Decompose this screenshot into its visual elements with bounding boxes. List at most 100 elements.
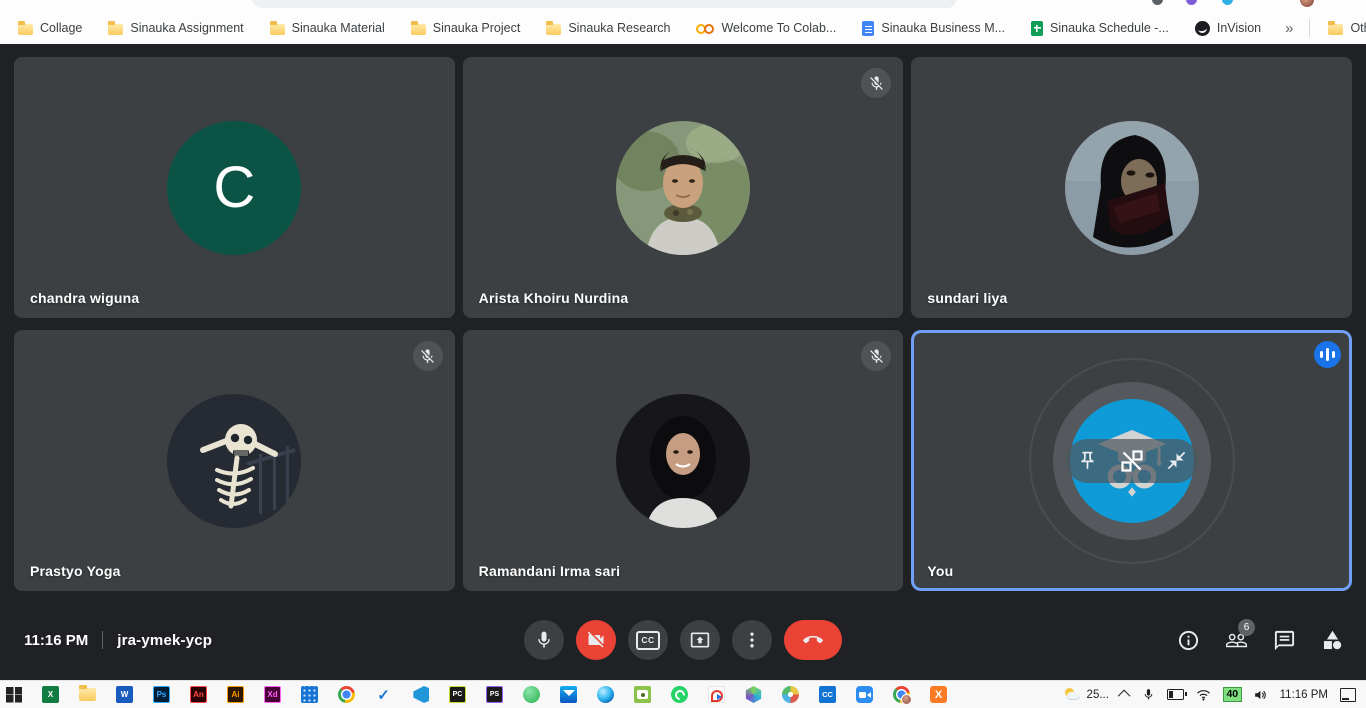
battery-tray-icon[interactable] [1167, 689, 1184, 700]
bookmark-sinauka-business[interactable]: Sinauka Business M... [854, 18, 1013, 39]
bookmark-sinauka-schedule[interactable]: Sinauka Schedule -... [1023, 18, 1177, 39]
todo-check-icon[interactable]: ✓ [375, 686, 392, 703]
animate-icon[interactable]: An [190, 686, 207, 703]
minimize-tile-icon[interactable] [1166, 450, 1187, 471]
pycharm-icon[interactable]: PC [449, 686, 466, 703]
screen-mirror-icon[interactable] [708, 686, 725, 703]
participant-tile-ramandani[interactable]: Ramandani Irma sari [463, 330, 904, 591]
bookmark-welcome-to-colab[interactable]: Welcome To Colab... [688, 18, 844, 38]
leave-call-button[interactable] [784, 620, 842, 660]
taskbar-clock[interactable]: 11:16 PM [1280, 689, 1328, 701]
weather-tray-item[interactable]: 25... [1064, 688, 1109, 702]
file-explorer-icon[interactable] [79, 688, 96, 701]
participant-name: Prastyo Yoga [30, 563, 121, 579]
meeting-code: jra-ymek-ycp [117, 632, 212, 649]
extension-icon[interactable] [1152, 0, 1163, 5]
folder-icon [270, 24, 285, 35]
address-bar-fragment[interactable] [252, 0, 957, 8]
audio-activity-indicator [1314, 341, 1341, 368]
extension-icon[interactable] [1186, 0, 1197, 5]
illustrator-icon[interactable]: Ai [227, 686, 244, 703]
adobe-xd-icon[interactable]: Xd [264, 686, 281, 703]
invision-icon [1195, 21, 1210, 36]
microphone-button[interactable] [524, 620, 564, 660]
participants-button[interactable]: 6 [1225, 629, 1248, 652]
chrome-icon[interactable] [338, 686, 355, 703]
screen-capture-icon[interactable] [634, 686, 651, 703]
divider [1309, 19, 1310, 37]
bookmark-collage[interactable]: Collage [10, 18, 90, 38]
camtasia-icon[interactable]: CC [819, 686, 836, 703]
bookmark-sinauka-material[interactable]: Sinauka Material [262, 18, 393, 38]
calendar-app-icon[interactable] [301, 686, 318, 703]
mic-muted-icon [861, 68, 891, 98]
bookmarks-overflow-chevron[interactable]: » [1279, 20, 1299, 37]
participant-tile-sundari[interactable]: sundari liya [911, 57, 1352, 318]
video-call-app-icon[interactable] [856, 686, 873, 703]
cc-icon: CC [636, 631, 660, 650]
pinwheel-app-icon[interactable] [782, 686, 799, 703]
folder-icon [108, 24, 123, 35]
camera-off-button[interactable] [576, 620, 616, 660]
bookmark-sinauka-assignment[interactable]: Sinauka Assignment [100, 18, 251, 38]
avatar-photo [1065, 121, 1199, 255]
chevron-up-icon [1118, 690, 1131, 703]
volume-tray-icon[interactable] [1254, 689, 1268, 701]
phpstorm-icon[interactable]: PS [486, 686, 503, 703]
vscode-icon[interactable] [412, 686, 429, 703]
edge-icon[interactable] [597, 686, 614, 703]
other-bookmarks[interactable]: Other bookmarks [1320, 18, 1366, 38]
extension-icon[interactable] [1222, 0, 1233, 5]
more-options-button[interactable] [732, 620, 772, 660]
participant-name: You [927, 563, 953, 579]
android-emulator-icon[interactable] [523, 686, 540, 703]
meeting-details-button[interactable] [1177, 629, 1200, 652]
windows-taskbar: X W Ps An Ai Xd ✓ PC PS CC X 25... [0, 680, 1366, 708]
participant-tile-prastyo[interactable]: Prastyo Yoga [14, 330, 455, 591]
avatar-photo [167, 394, 301, 528]
bookmark-label: Sinauka Material [292, 21, 385, 35]
chat-button[interactable] [1273, 629, 1296, 652]
screen: Collage Sinauka Assignment Sinauka Mater… [0, 0, 1366, 708]
bookmark-label: Sinauka Schedule -... [1050, 21, 1169, 35]
bookmark-sinauka-research[interactable]: Sinauka Research [538, 18, 678, 38]
photoshop-icon[interactable]: Ps [153, 686, 170, 703]
divider [102, 631, 103, 649]
participant-tile-you[interactable]: You [911, 330, 1352, 591]
avatar: C [167, 121, 301, 255]
bookmark-sinauka-project[interactable]: Sinauka Project [403, 18, 529, 38]
chrome-profile-icon[interactable] [893, 686, 910, 703]
participant-grid: C chandra wiguna [0, 44, 1366, 600]
captions-button[interactable]: CC [628, 620, 668, 660]
tray-overflow-chevron[interactable] [1121, 690, 1130, 699]
folder-icon [411, 24, 426, 35]
mail-icon[interactable] [560, 686, 577, 703]
participant-name: Arista Khoiru Nurdina [479, 290, 629, 306]
participant-tile-arista[interactable]: Arista Khoiru Nurdina [463, 57, 904, 318]
avatar-initial: C [213, 154, 255, 221]
word-icon[interactable]: W [116, 686, 133, 703]
google-meet-app: C chandra wiguna [0, 44, 1366, 680]
participant-tile-chandra[interactable]: C chandra wiguna [14, 57, 455, 318]
bookmark-label: InVision [1217, 21, 1261, 35]
profile-avatar[interactable] [1300, 0, 1314, 7]
avatar-photo [616, 394, 750, 528]
bookmark-label: Sinauka Assignment [130, 21, 243, 35]
wifi-tray-icon[interactable] [1196, 689, 1211, 701]
bookmark-invision[interactable]: InVision [1187, 18, 1269, 39]
start-button[interactable] [6, 687, 22, 703]
xampp-icon[interactable]: X [930, 686, 947, 703]
temperature-label: 25... [1087, 689, 1109, 701]
pin-icon[interactable] [1077, 450, 1098, 471]
activities-button[interactable] [1321, 629, 1344, 652]
battery-percent-badge[interactable]: 40 [1223, 687, 1242, 702]
remove-tile-icon[interactable] [1118, 447, 1145, 474]
whatsapp-icon[interactable] [671, 686, 688, 703]
hexagon-app-icon[interactable] [745, 686, 762, 703]
action-center-icon[interactable] [1340, 688, 1356, 702]
present-button[interactable] [680, 620, 720, 660]
google-docs-icon [862, 21, 874, 36]
excel-icon[interactable]: X [42, 686, 59, 703]
microphone-tray-icon[interactable] [1142, 688, 1155, 701]
participant-name: sundari liya [927, 290, 1007, 306]
